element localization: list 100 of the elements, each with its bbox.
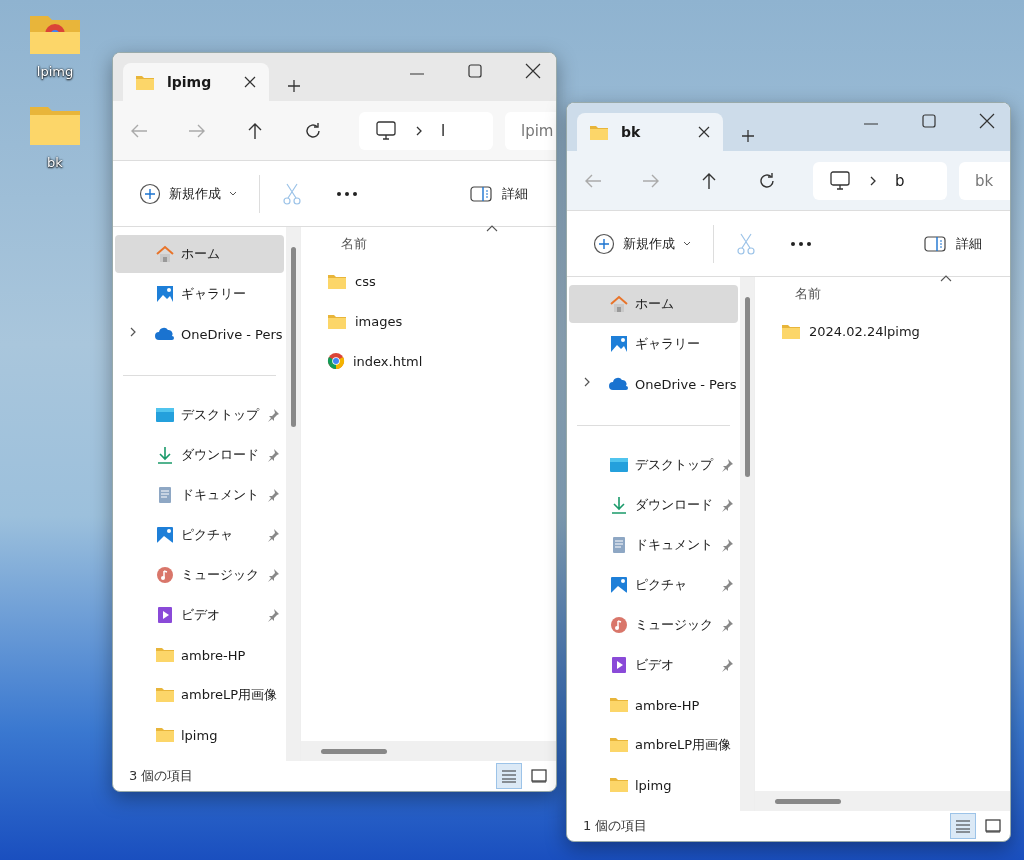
download-icon [155,445,175,465]
folder-icon [609,735,629,755]
sort-caret-icon [486,225,498,232]
chrome-icon [327,352,345,370]
column-header[interactable]: 名前 [341,235,367,253]
sidebar-item[interactable]: ギャラリー [569,325,738,363]
maximize-icon[interactable] [465,62,485,80]
sidebar-item[interactable]: ミュージック [115,556,284,594]
close-icon[interactable] [697,125,711,139]
list-icon [501,769,517,783]
more-icon[interactable] [336,190,358,197]
sidebar-item[interactable]: lpimg [115,716,284,754]
sidebar-item[interactable]: ピクチャ [569,566,738,604]
details-pane-icon [470,185,492,202]
scrollbar[interactable] [755,791,1010,811]
folder-icon [155,725,175,745]
picture-icon [609,575,629,595]
file-name[interactable]: css [355,273,376,289]
close-icon[interactable] [243,75,257,89]
address-bar[interactable]: b [813,161,947,200]
folder-icon [609,695,629,715]
close-icon[interactable] [977,112,997,130]
maximize-icon[interactable] [919,112,939,130]
sidebar-item[interactable]: ダウンロード [115,436,284,474]
plus-circle-icon [139,182,161,205]
sidebar-item[interactable]: ドキュメント [115,476,284,514]
list-icon [955,819,971,833]
folder-icon [327,272,347,290]
computer-icon [829,170,851,191]
chevron-icon [415,124,423,137]
folder-icon [327,312,347,330]
preview-icon [531,769,547,783]
preview-icon [985,819,1001,833]
folder-icon [135,73,155,91]
new-button[interactable]: 新規作成 [589,228,695,259]
sidebar-item[interactable]: ambre-HP [115,636,284,674]
sidebar-item[interactable]: デスクトップ [569,446,738,484]
home-icon [609,294,629,314]
scrollbar[interactable] [286,227,300,761]
tab[interactable]: bk [577,113,723,151]
gallery-icon [609,334,629,354]
folder-icon [609,775,629,795]
sidebar-item[interactable]: デスクトップ [115,396,284,434]
sidebar-item[interactable]: ambre-HP [569,686,738,724]
folder-icon [781,322,801,340]
home-icon [155,244,175,264]
scrollbar[interactable] [301,741,556,761]
music-icon [609,615,629,635]
sidebar-item[interactable]: OneDrive - Pers [569,365,738,403]
sidebar-item[interactable]: ドキュメント [569,526,738,564]
file-name[interactable]: images [355,313,403,329]
search-field[interactable]: bk [959,161,1010,200]
plus-circle-icon [593,232,615,255]
details-pane-icon [924,235,946,252]
tab[interactable]: lpimg [123,63,269,101]
gallery-icon [155,284,175,304]
sidebar-item[interactable]: ダウンロード [569,486,738,524]
sort-caret-icon [940,275,952,282]
refresh-icon[interactable] [303,120,323,141]
picture-icon [155,525,175,545]
computer-icon [375,120,397,141]
sidebar-item[interactable]: ピクチャ [115,516,284,554]
address-bar[interactable]: l [359,111,493,150]
video-icon [609,655,629,675]
address-crumb[interactable]: l [441,121,446,140]
download-icon [609,495,629,515]
sidebar-item[interactable]: ビデオ [569,646,738,684]
sidebar-item[interactable]: OneDrive - Pers [115,315,284,353]
sidebar-item[interactable]: ホーム [115,235,284,273]
sidebar-item[interactable]: lpimg [569,766,738,804]
music-icon [155,565,175,585]
caret-icon [229,190,237,197]
item-count: 1 個の項目 [583,817,649,835]
chevron-icon [869,174,877,187]
folder-icon [589,123,609,141]
column-header[interactable]: 名前 [795,285,821,303]
item-count: 3 個の項目 [129,767,195,785]
sidebar-item[interactable]: ビデオ [115,596,284,634]
file-name[interactable]: index.html [353,353,423,369]
file-name[interactable]: 2024.02.24lpimg [809,323,920,339]
search-field[interactable]: lpim [505,111,556,150]
plus-icon[interactable] [287,79,301,93]
sidebar-item[interactable]: ホーム [569,285,738,323]
sidebar-item[interactable]: ミュージック [569,606,738,644]
details-button[interactable]: 詳細 [464,183,534,204]
sidebar-item[interactable]: ambreLP用画像 [115,676,284,714]
folder-icon [155,685,175,705]
plus-icon[interactable] [741,129,755,143]
more-icon[interactable] [790,240,812,247]
caret-icon [683,240,691,247]
close-icon[interactable] [523,62,543,80]
desktop-icon [609,455,629,475]
video-icon [155,605,175,625]
scrollbar[interactable] [740,277,754,811]
details-button[interactable]: 詳細 [918,233,988,254]
refresh-icon[interactable] [757,170,777,191]
address-crumb[interactable]: b [895,171,905,190]
sidebar-item[interactable]: ambreLP用画像 [569,726,738,764]
sidebar-item[interactable]: ギャラリー [115,275,284,313]
new-button[interactable]: 新規作成 [135,178,241,209]
